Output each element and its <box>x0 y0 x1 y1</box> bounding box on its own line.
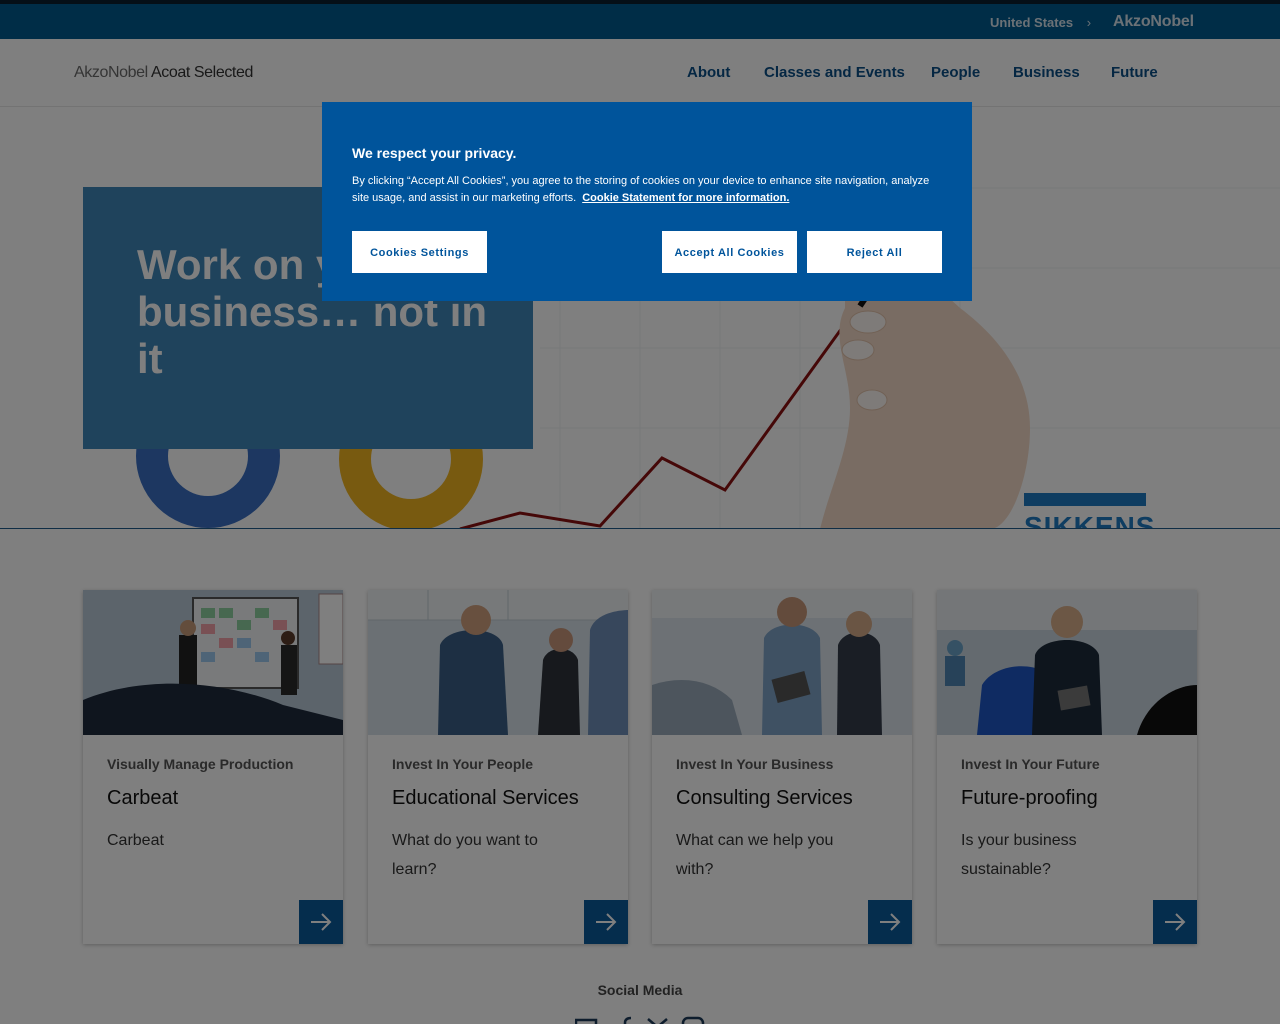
cookie-consent-dialog: We respect your privacy. By clicking “Ac… <box>322 102 972 301</box>
cookies-settings-button[interactable]: Cookies Settings <box>352 231 487 273</box>
accept-all-cookies-button[interactable]: Accept All Cookies <box>662 231 797 273</box>
cookie-dialog-title: We respect your privacy. <box>352 145 517 161</box>
cookie-dialog-text: By clicking “Accept All Cookies”, you ag… <box>352 173 942 207</box>
reject-all-button[interactable]: Reject All <box>807 231 942 273</box>
cookie-statement-link[interactable]: Cookie Statement for more information. <box>582 192 789 204</box>
